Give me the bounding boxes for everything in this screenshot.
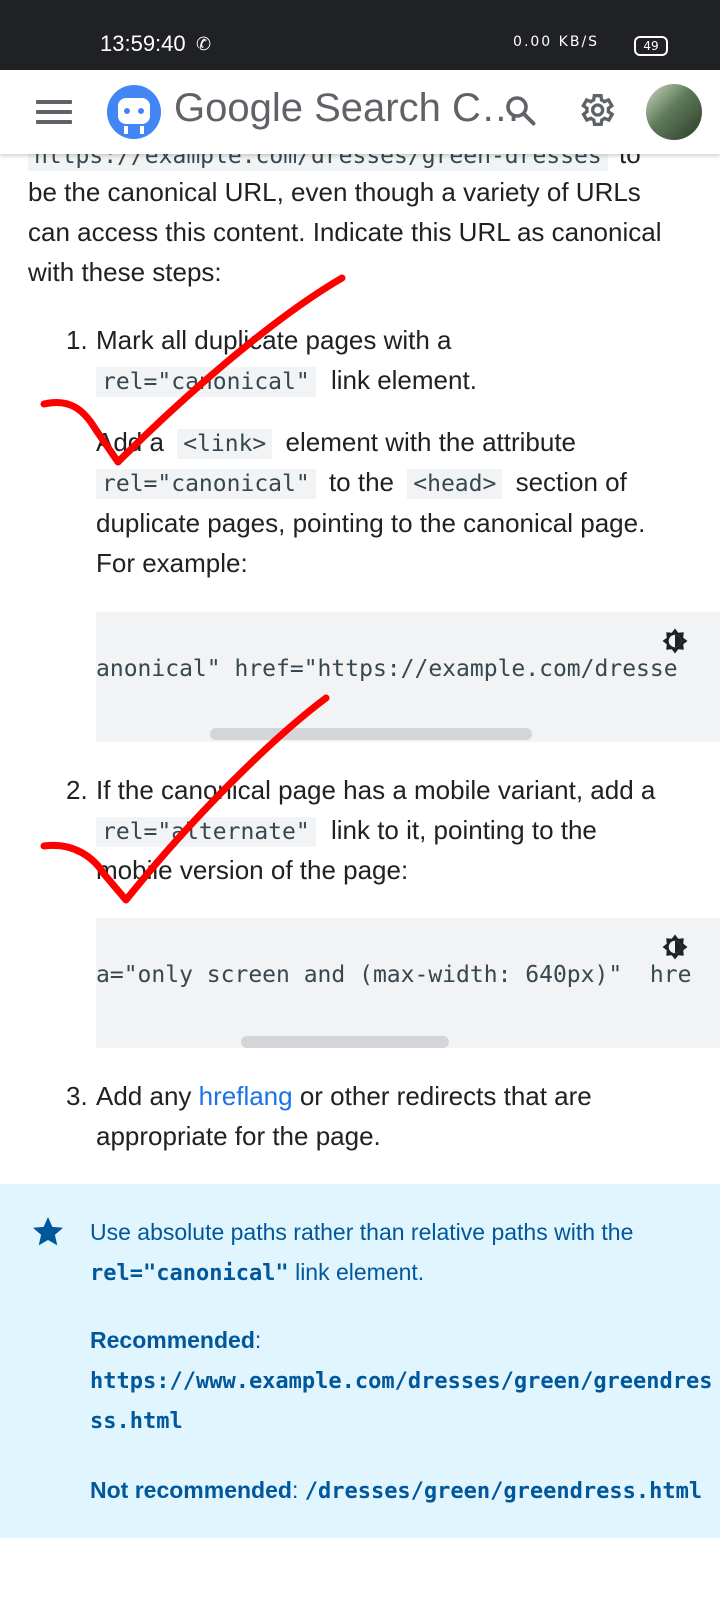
step-2-line: If the canonical page has a mobile varia… [96, 775, 656, 805]
step-text: link element. [330, 365, 477, 395]
inline-code: rel="canonical" [96, 367, 316, 397]
step-3-line: Add any hreflang or other redirects that… [96, 1076, 696, 1116]
app-title: Google Search C… [174, 86, 521, 130]
inline-code: <head> [407, 469, 503, 499]
code-block[interactable]: anonical" href="https://example.com/dres… [96, 612, 720, 742]
search-icon[interactable] [502, 92, 538, 133]
step-1-detail-line: For example: [96, 548, 248, 578]
recommended-url-text: https://www.example.com/dresses/green/gr… [90, 1369, 713, 1394]
code-text: anonical" href="https://example.com/dres… [96, 656, 678, 682]
info-note: Use absolute paths rather than relative … [0, 1184, 720, 1538]
step-text: link to it, pointing to the [330, 815, 597, 845]
menu-icon[interactable] [36, 96, 72, 128]
intro-line: with these steps: [28, 257, 222, 287]
gear-icon[interactable] [576, 90, 616, 135]
inline-code: rel="canonical" [96, 469, 316, 499]
star-icon [30, 1214, 66, 1255]
theme-toggle-icon[interactable] [660, 932, 690, 967]
inline-code: rel="alternate" [96, 817, 316, 847]
avatar[interactable] [646, 84, 702, 140]
horizontal-scrollbar[interactable] [241, 1036, 449, 1048]
recommended-label: Recommended [90, 1327, 255, 1353]
step-text: element with the attribute [285, 427, 577, 457]
step-2-line: rel="alternate" link to it, pointing to … [96, 810, 696, 852]
note-recommended: Recommended: [90, 1327, 262, 1353]
not-recommended-label: Not recommended [90, 1477, 292, 1503]
network-speed: 0.00 KB/S [513, 34, 600, 50]
not-recommended-path: /dresses/green/greendress.html [304, 1479, 703, 1504]
step-1-detail-line: rel="canonical" to the <head> section of [96, 462, 696, 504]
step-text: or other redirects that are [299, 1081, 592, 1111]
list-number: 3. [66, 1081, 88, 1111]
status-time: 13:59:40 [100, 31, 186, 56]
step-3-line: appropriate for the page. [96, 1121, 381, 1151]
step-1-detail-line: duplicate pages, pointing to the canonic… [96, 508, 646, 538]
step-text: Add any [96, 1081, 192, 1111]
phone-icon: ✆ [196, 34, 212, 54]
step-text: section of [515, 467, 627, 497]
note-not-recommended: Not recommended: /dresses/green/greendre… [90, 1477, 703, 1504]
recommended-url: https://www.example.com/dresses/green/gr… [90, 1360, 713, 1402]
list-number: 2. [66, 775, 88, 805]
inline-code: rel="canonical" [90, 1261, 289, 1286]
recommended-url: ss.html [90, 1400, 183, 1442]
step-text: to the [328, 467, 395, 497]
step-1-detail-line: Add a <link> element with the attribute [96, 422, 696, 464]
status-bar: 13:59:40 ✆ 0.00 KB/S 49 [0, 0, 720, 70]
recommended-url-text: ss.html [90, 1409, 183, 1434]
horizontal-scrollbar[interactable] [210, 728, 532, 740]
battery-icon: 49 [634, 36, 668, 56]
code-block[interactable]: a="only screen and (max-width: 640px)" h… [96, 918, 720, 1048]
step-text: Add a [96, 427, 164, 457]
note-line: Use absolute paths rather than relative … [90, 1219, 634, 1245]
theme-toggle-icon[interactable] [660, 626, 690, 661]
intro-line: be the canonical URL, even though a vari… [28, 177, 641, 207]
search-console-logo-icon [106, 84, 162, 145]
step-2-line: mobile version of the page: [96, 855, 409, 885]
note-line: rel="canonical" link element. [90, 1252, 424, 1294]
list-number: 1. [66, 325, 88, 355]
code-text: a="only screen and (max-width: 640px)" h… [96, 962, 692, 988]
hreflang-link[interactable]: hreflang [199, 1081, 293, 1111]
app-bar: Google Search C… [0, 70, 720, 154]
inline-code: <link> [177, 429, 273, 459]
note-text: link element. [295, 1259, 425, 1285]
step-1-line: Mark all duplicate pages with a [96, 325, 452, 355]
step-1-line: rel="canonical" link element. [96, 360, 696, 402]
intro-line: can access this content. Indicate this U… [28, 217, 662, 247]
